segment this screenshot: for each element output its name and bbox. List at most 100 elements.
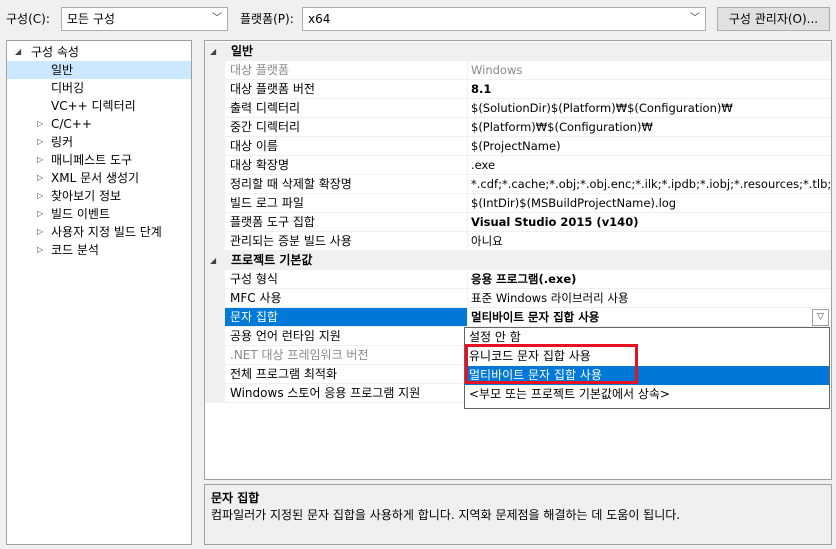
property-value[interactable]: 표준 Windows 라이브러리 사용	[468, 289, 831, 308]
collapsed-triangle-icon[interactable]: ▷	[37, 169, 43, 187]
collapsed-triangle-icon[interactable]: ▷	[37, 241, 43, 259]
category-label: 프로젝트 기본값	[231, 253, 313, 267]
property-row[interactable]: 구성 형식 응용 프로그램(.exe)	[205, 270, 831, 289]
chevron-down-icon: ﹀	[212, 13, 222, 24]
property-row[interactable]: 대상 플랫폼 버전 8.1	[205, 80, 831, 99]
row-gutter	[205, 99, 225, 118]
config-combo[interactable]: 모든 구성 ﹀	[61, 7, 228, 31]
property-row[interactable]: 플랫폼 도구 집합 Visual Studio 2015 (v140)	[205, 213, 831, 232]
property-value[interactable]: 멀티바이트 문자 집합 사용	[468, 308, 831, 327]
description-panel: 문자 집합 컴파일러가 지정된 문자 집합을 사용하게 합니다. 지역화 문제점…	[204, 484, 832, 545]
property-value[interactable]: *.cdf;*.cache;*.obj;*.obj.enc;*.ilk;*.ip…	[468, 175, 831, 194]
collapsed-triangle-icon[interactable]: ▷	[37, 115, 43, 133]
row-gutter	[205, 232, 225, 251]
tree-item[interactable]: ▷ 링커	[7, 133, 191, 151]
tree-item[interactable]: ▷ XML 문서 생성기	[7, 169, 191, 187]
description-text: 컴파일러가 지정된 문자 집합을 사용하게 합니다. 지역화 문제점을 해결하는…	[211, 508, 681, 522]
property-name: 대상 플랫폼 버전	[225, 80, 468, 99]
property-row[interactable]: MFC 사용 표준 Windows 라이브러리 사용	[205, 289, 831, 308]
tree-item[interactable]: VC++ 디렉터리	[7, 97, 191, 115]
row-gutter	[205, 289, 225, 308]
tree-item[interactable]: ▷ C/C++	[7, 115, 191, 133]
property-value[interactable]: Visual Studio 2015 (v140)	[468, 213, 831, 232]
highlight-annotation-box	[465, 344, 638, 384]
property-value[interactable]: $(SolutionDir)$(Platform)₩$(Configuratio…	[468, 99, 831, 118]
row-gutter	[205, 61, 225, 80]
dropdown-option[interactable]: <부모 또는 프로젝트 기본값에서 상속>	[465, 385, 829, 404]
property-name: 대상 확장명	[225, 156, 468, 175]
row-gutter	[205, 194, 225, 213]
chevron-down-icon[interactable]: ▽	[812, 309, 829, 326]
property-row[interactable]: 빌드 로그 파일 $(IntDir)$(MSBuildProjectName).l…	[205, 194, 831, 213]
property-value[interactable]: Windows	[468, 61, 831, 80]
expanded-triangle-icon[interactable]: ◢	[15, 43, 21, 61]
tree-item-label: XML 문서 생성기	[51, 171, 140, 185]
property-row[interactable]: 정리할 때 삭제할 확장명 *.cdf;*.cache;*.obj;*.obj.e…	[205, 175, 831, 194]
tree-item[interactable]: ▷ 매니페스트 도구	[7, 151, 191, 169]
collapsed-triangle-icon[interactable]: ▷	[37, 223, 43, 241]
platform-combo[interactable]: x64 ﹀	[302, 7, 706, 31]
tree-item-label: 찾아보기 정보	[51, 189, 122, 203]
category-label: 일반	[231, 44, 254, 58]
category-general[interactable]: ◢ 일반	[205, 42, 831, 61]
property-row[interactable]: 문자 집합 멀티바이트 문자 집합 사용 ▽	[205, 308, 831, 327]
property-name: 중간 디렉터리	[225, 118, 468, 137]
tree-root-config-properties[interactable]: ◢ 구성 속성	[7, 43, 191, 61]
tree-item[interactable]: ▷ 사용자 지정 빌드 단계	[7, 223, 191, 241]
property-name: 플랫폼 도구 집합	[225, 213, 468, 232]
property-value[interactable]: $(Platform)₩$(Configuration)₩	[468, 118, 831, 137]
property-name: MFC 사용	[225, 289, 468, 308]
collapsed-triangle-icon[interactable]: ▷	[37, 151, 43, 169]
collapsed-triangle-icon[interactable]: ▷	[37, 205, 43, 223]
tree-item[interactable]: 디버깅	[7, 79, 191, 97]
tree-item-label: 디버깅	[51, 81, 85, 95]
property-row[interactable]: 대상 플랫폼 Windows	[205, 61, 831, 80]
row-gutter	[205, 80, 225, 99]
tree-item[interactable]: 일반	[7, 61, 191, 79]
property-name: 대상 플랫폼	[225, 61, 468, 80]
row-gutter	[205, 365, 225, 384]
tree-item[interactable]: ▷ 빌드 이벤트	[7, 205, 191, 223]
category-project-defaults[interactable]: ◢ 프로젝트 기본값	[205, 251, 831, 270]
property-value[interactable]: 아니요	[468, 232, 831, 251]
tree-item[interactable]: ▷ 코드 분석	[7, 241, 191, 259]
property-name: 정리할 때 삭제할 확장명	[225, 175, 468, 194]
property-row[interactable]: 출력 디렉터리 $(SolutionDir)$(Platform)₩$(Confi…	[205, 99, 831, 118]
property-value[interactable]: $(ProjectName)	[468, 137, 831, 156]
platform-label: 플랫폼(P):	[240, 12, 294, 26]
property-row[interactable]: 관리되는 증분 빌드 사용 아니요	[205, 232, 831, 251]
property-value[interactable]: $(IntDir)$(MSBuildProjectName).log	[468, 194, 831, 213]
property-value[interactable]: 응용 프로그램(.exe)	[468, 270, 831, 289]
tree-item-label: 빌드 이벤트	[51, 207, 111, 221]
collapsed-triangle-icon[interactable]: ▷	[37, 187, 43, 205]
config-label: 구성(C):	[6, 12, 50, 26]
property-name: Windows 스토어 응용 프로그램 지원	[225, 384, 468, 403]
row-gutter	[205, 156, 225, 175]
property-grid: ◢ 일반대상 플랫폼 Windows 대상 플랫폼 버전 8.1 출력 디렉터리 $(Sol…	[204, 40, 832, 480]
property-value[interactable]: .exe	[468, 156, 831, 175]
expanded-triangle-icon[interactable]: ◢	[210, 251, 216, 270]
property-name: 문자 집합	[225, 308, 468, 327]
row-gutter	[205, 270, 225, 289]
tree-item-label: VC++ 디렉터리	[51, 99, 136, 113]
tree-item-label: 구성 속성	[31, 45, 79, 59]
config-manager-button[interactable]: 구성 관리자(O)...	[717, 7, 830, 31]
property-name: 출력 디렉터리	[225, 99, 468, 118]
property-row[interactable]: 대상 확장명 .exe	[205, 156, 831, 175]
row-gutter	[205, 118, 225, 137]
property-row[interactable]: 대상 이름 $(ProjectName)	[205, 137, 831, 156]
collapsed-triangle-icon[interactable]: ▷	[37, 133, 43, 151]
row-gutter	[205, 175, 225, 194]
property-name: 대상 이름	[225, 137, 468, 156]
tree-item-label: 사용자 지정 빌드 단계	[51, 225, 162, 239]
property-name: 전체 프로그램 최적화	[225, 365, 468, 384]
property-row[interactable]: 중간 디렉터리 $(Platform)₩$(Configuration)₩	[205, 118, 831, 137]
tree-item[interactable]: ▷ 찾아보기 정보	[7, 187, 191, 205]
tree-item-label: 매니페스트 도구	[51, 153, 133, 167]
property-value[interactable]: 8.1	[468, 80, 831, 99]
row-gutter	[205, 308, 225, 327]
expanded-triangle-icon[interactable]: ◢	[210, 42, 216, 61]
property-name: 관리되는 증분 빌드 사용	[225, 232, 468, 251]
config-combo-value: 모든 구성	[67, 12, 115, 26]
config-properties-tree: ◢ 구성 속성 일반 디버깅 VC++ 디렉터리 ▷ C/C++ ▷ 링커 ▷ 매니페스트 도구 ▷ X…	[6, 40, 192, 545]
